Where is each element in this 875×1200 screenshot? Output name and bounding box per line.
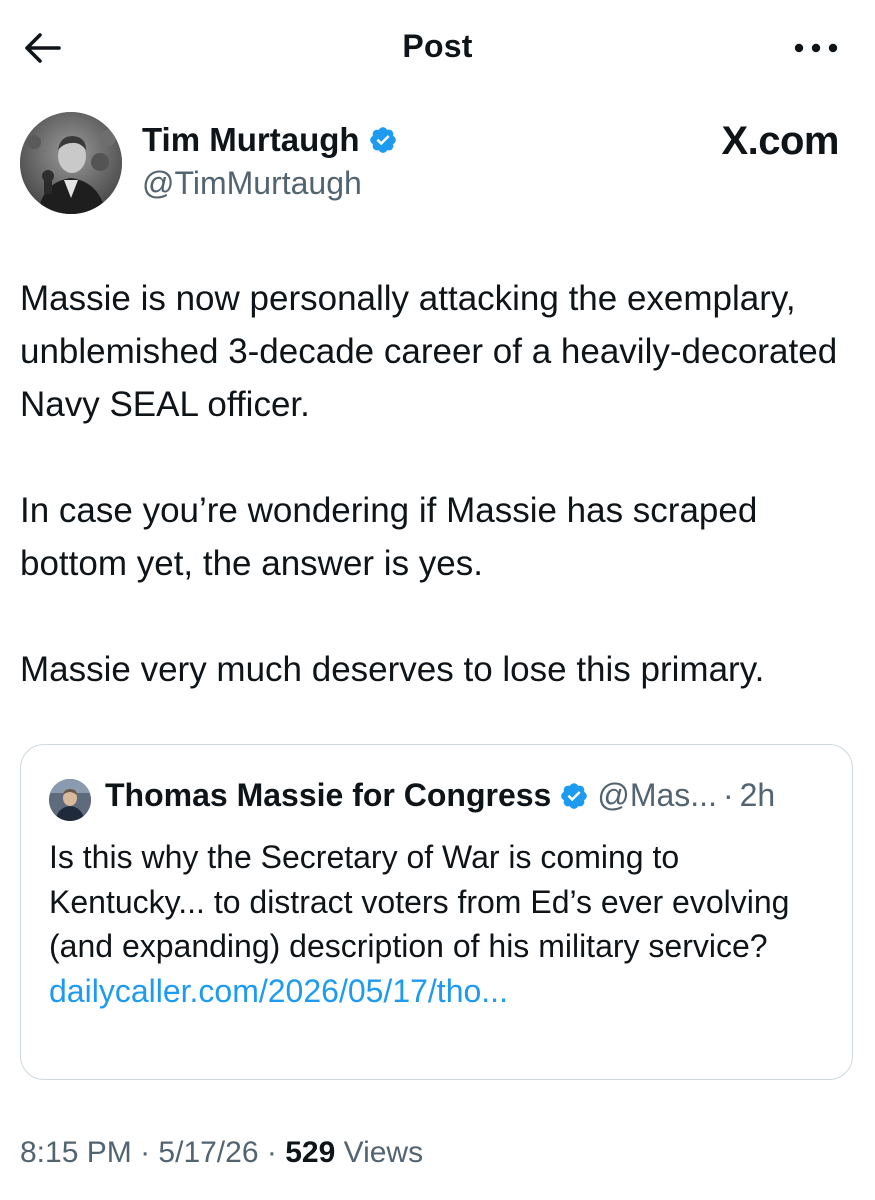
quoted-author-handle: @Mas... [597, 777, 717, 813]
post-text: Massie is now personally attacking the e… [20, 272, 860, 749]
quoted-post-body: Is this why the Secretary of War is comi… [49, 839, 790, 964]
meta-separator: · [140, 1136, 151, 1169]
quoted-post-header: Thomas Massie for Congress @Mas... · 2h [105, 777, 775, 814]
quoted-post-link[interactable]: dailycaller.com/2026/05/17/tho... [49, 969, 839, 1014]
quoted-author-name: Thomas Massie for Congress [105, 777, 552, 813]
views-count[interactable]: 529 [285, 1136, 335, 1169]
post-paragraph: Massie is now personally attacking the e… [20, 279, 838, 424]
quoted-author-avatar [49, 779, 91, 821]
more-horizontal-icon [794, 43, 838, 53]
post-paragraph: Massie very much deserves to lose this p… [20, 650, 765, 689]
author-name-text: Tim Murtaugh [142, 121, 360, 158]
quoted-post-card[interactable]: Thomas Massie for Congress @Mas... · 2h … [20, 744, 853, 1080]
page-title: Post [402, 28, 473, 64]
post-date[interactable]: 5/17/26 [158, 1136, 258, 1169]
quoted-post-text: Is this why the Secretary of War is comi… [49, 835, 839, 1013]
author-handle[interactable]: @TimMurtaugh [142, 165, 362, 202]
views-label: Views [343, 1136, 424, 1169]
author-avatar[interactable] [20, 112, 122, 214]
post-meta: 8:15 PM · 5/17/26 · 529 Views [20, 1136, 423, 1170]
author-name[interactable]: Tim Murtaugh [142, 121, 398, 159]
x-watermark: X.com [721, 119, 839, 163]
meta-separator: · [266, 1136, 277, 1169]
verified-badge-icon [559, 781, 589, 811]
post-paragraph: In case you’re wondering if Massie has s… [20, 491, 758, 583]
quoted-separator: · [722, 777, 734, 813]
verified-badge-icon [368, 125, 398, 155]
quoted-timestamp: 2h [739, 777, 776, 813]
top-bar: Post [0, 0, 875, 96]
author-photo [20, 112, 122, 214]
more-options-button[interactable] [791, 36, 841, 60]
quoted-author-photo [49, 779, 91, 821]
post-time[interactable]: 8:15 PM [20, 1136, 132, 1169]
